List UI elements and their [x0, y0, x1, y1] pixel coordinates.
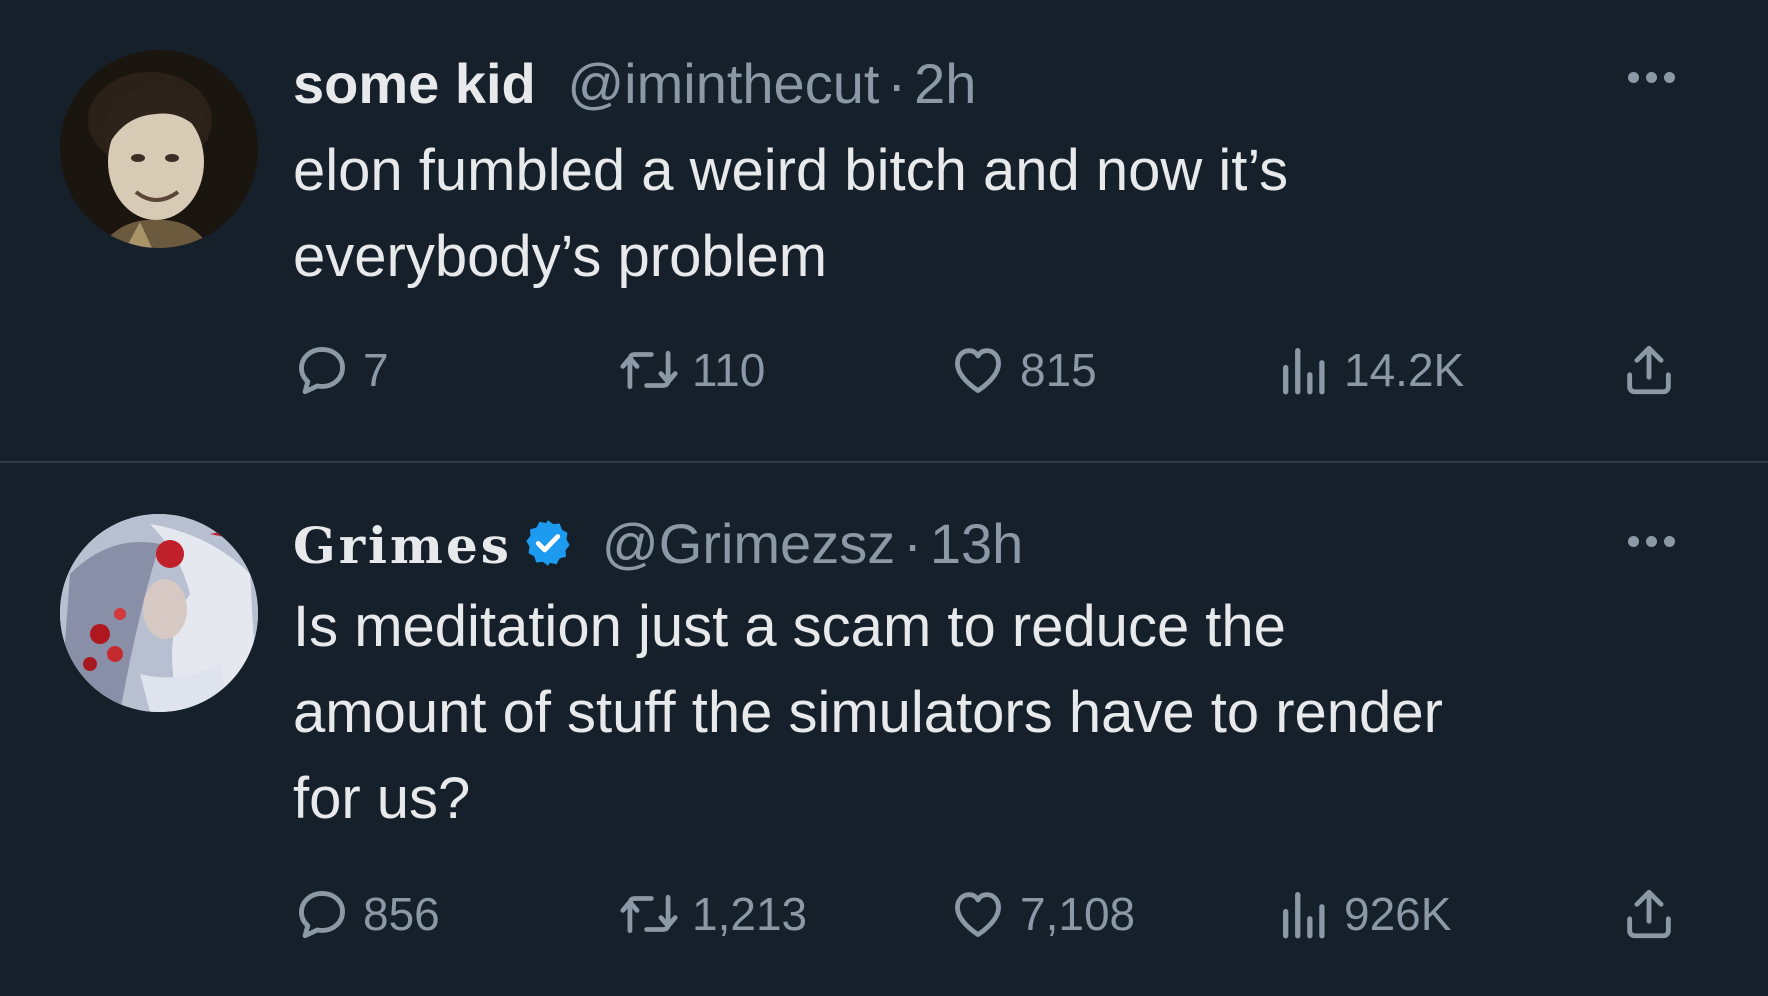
tweet-actions: 7 110 815 14.2K	[293, 340, 1698, 400]
display-name[interactable]: some kid	[293, 52, 536, 115]
separator-dot: ·	[887, 52, 907, 115]
avatar[interactable]	[60, 50, 258, 248]
tweet-text-line: elon fumbled a weird bitch and now it’s	[293, 138, 1289, 203]
views-button[interactable]: 926K	[1278, 884, 1451, 944]
retweet-count: 1,213	[692, 888, 808, 940]
tweet-text-line: amount of stuff the simulators have to r…	[293, 680, 1443, 745]
separator-dot: ·	[903, 512, 922, 575]
views-count: 926K	[1344, 888, 1452, 940]
tweet-actions: 856 1,213 7,108 926K	[293, 884, 1698, 944]
share-button[interactable]	[1620, 340, 1678, 400]
retweet-button[interactable]: 1,213	[618, 884, 807, 944]
retweet-icon	[620, 350, 678, 390]
tweet-text-line: everybody’s problem	[293, 224, 828, 289]
reply-icon	[299, 891, 345, 939]
tweet-header: Grimes @Grimezsz · 13h	[293, 512, 1023, 578]
tweet[interactable]: some kid @iminthecut · 2h elon fumbled a w…	[0, 0, 1768, 462]
reply-button[interactable]: 7	[293, 340, 389, 400]
handle[interactable]: @iminthecut	[567, 52, 879, 115]
reply-icon	[299, 347, 345, 395]
like-count: 7,108	[1020, 888, 1136, 940]
retweet-icon	[620, 894, 678, 934]
like-count: 815	[1020, 344, 1097, 396]
tweet-text: Is meditation just a scam to reduce the …	[293, 584, 1693, 842]
reply-count: 856	[363, 888, 440, 940]
like-button[interactable]: 7,108	[948, 884, 1135, 944]
tweet-header: some kid @iminthecut · 2h	[293, 52, 976, 116]
more-icon[interactable]	[1628, 70, 1688, 90]
retweet-count: 110	[692, 344, 766, 396]
share-icon	[1627, 889, 1671, 939]
handle[interactable]: @Grimezsz	[602, 512, 895, 575]
tweet-divider	[0, 461, 1768, 463]
tweet-text-line: Is meditation just a scam to reduce the	[293, 594, 1286, 659]
heart-icon	[955, 348, 1001, 393]
avatar[interactable]	[60, 514, 258, 712]
reply-count: 7	[363, 344, 389, 396]
timestamp[interactable]: 2h	[914, 52, 976, 115]
display-name[interactable]: Grimes	[293, 516, 512, 575]
views-button[interactable]: 14.2K	[1278, 340, 1464, 400]
share-button[interactable]	[1620, 884, 1678, 944]
views-icon	[1283, 348, 1325, 395]
reply-button[interactable]: 856	[293, 884, 440, 944]
views-count: 14.2K	[1344, 344, 1465, 396]
tweet-text-line: for us?	[293, 766, 471, 831]
share-icon	[1627, 345, 1671, 395]
verified-badge-icon	[526, 520, 570, 566]
heart-icon	[955, 892, 1001, 937]
tweet-text: elon fumbled a weird bitch and now it’s …	[293, 128, 1693, 300]
like-button[interactable]: 815	[948, 340, 1097, 400]
views-icon	[1283, 892, 1325, 939]
timestamp[interactable]: 13h	[930, 512, 1023, 575]
tweet[interactable]: Grimes @Grimezsz · 13h Is meditation just …	[0, 464, 1768, 996]
retweet-button[interactable]: 110	[618, 340, 765, 400]
more-icon[interactable]	[1628, 534, 1688, 554]
